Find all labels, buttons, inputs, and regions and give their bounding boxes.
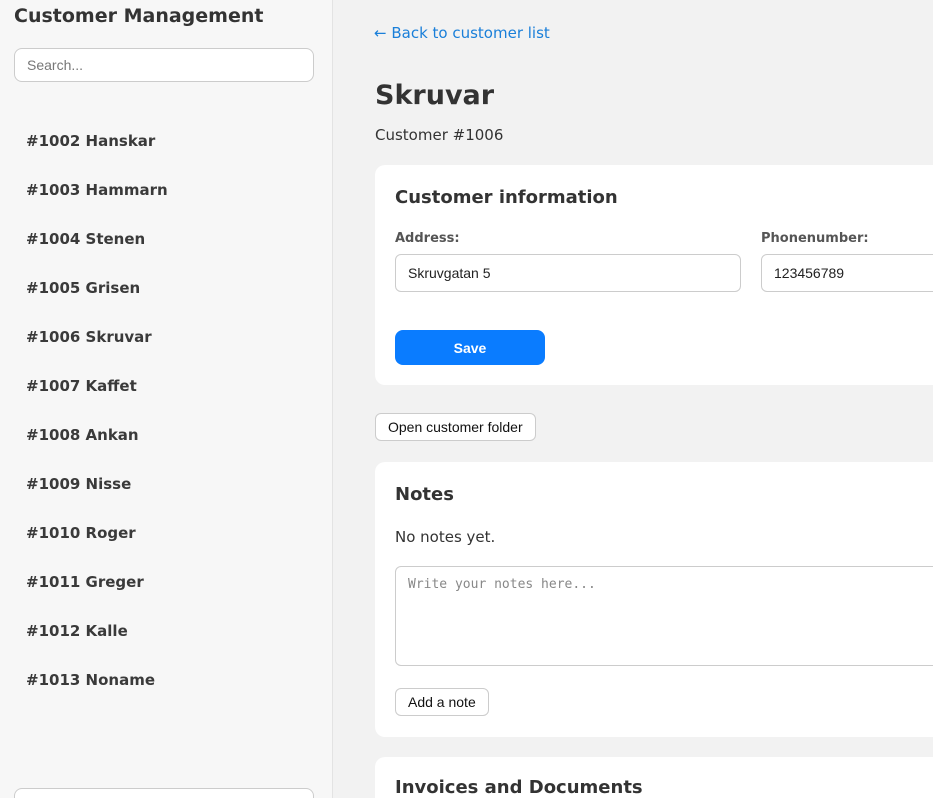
- address-field[interactable]: [395, 254, 741, 292]
- save-button[interactable]: Save: [395, 330, 545, 365]
- notes-card: Notes No notes yet. Add a note: [375, 462, 933, 737]
- customer-list-item-1013[interactable]: #1013 Noname: [0, 656, 332, 705]
- notes-title: Notes: [395, 484, 454, 505]
- customer-list-item-1008[interactable]: #1008 Ankan: [0, 411, 332, 460]
- customer-number: Customer #1006: [375, 126, 504, 144]
- notes-textarea[interactable]: [395, 566, 933, 666]
- customer-list-item-1003[interactable]: #1003 Hammarn: [0, 166, 332, 215]
- customer-list-item-1009[interactable]: #1009 Nisse: [0, 460, 332, 509]
- customer-list-item-1002[interactable]: #1002 Hanskar: [0, 117, 332, 166]
- phone-label: Phonenumber:: [761, 231, 869, 246]
- notes-empty-text: No notes yet.: [395, 528, 496, 546]
- customer-info-card: Customer information Address: Phonenumbe…: [375, 165, 933, 385]
- customer-info-title: Customer information: [395, 187, 618, 208]
- page-title: Skruvar: [375, 80, 495, 111]
- phone-field[interactable]: [761, 254, 933, 292]
- sidebar-bottom-control[interactable]: [14, 788, 314, 798]
- customer-list-item-1004[interactable]: #1004 Stenen: [0, 215, 332, 264]
- invoices-title: Invoices and Documents: [395, 777, 643, 798]
- customer-list-item-1010[interactable]: #1010 Roger: [0, 509, 332, 558]
- customer-list: #1002 Hanskar #1003 Hammarn #1004 Stenen…: [0, 117, 332, 705]
- add-note-button[interactable]: Add a note: [395, 688, 489, 716]
- back-to-list-link[interactable]: ← Back to customer list: [374, 24, 550, 42]
- sidebar: Customer Management #1002 Hanskar #1003 …: [0, 0, 333, 798]
- address-label: Address:: [395, 231, 460, 246]
- sidebar-title: Customer Management: [14, 5, 264, 27]
- customer-list-item-1005[interactable]: #1005 Grisen: [0, 264, 332, 313]
- customer-list-item-1011[interactable]: #1011 Greger: [0, 558, 332, 607]
- app-window: Customer Management #1002 Hanskar #1003 …: [0, 0, 933, 798]
- main-content: ← Back to customer list Skruvar Customer…: [334, 0, 933, 798]
- search-input[interactable]: [14, 48, 314, 82]
- customer-list-item-1006[interactable]: #1006 Skruvar: [0, 313, 332, 362]
- invoices-card: Invoices and Documents: [375, 757, 933, 798]
- open-customer-folder-button[interactable]: Open customer folder: [375, 413, 536, 441]
- customer-list-item-1012[interactable]: #1012 Kalle: [0, 607, 332, 656]
- customer-list-item-1007[interactable]: #1007 Kaffet: [0, 362, 332, 411]
